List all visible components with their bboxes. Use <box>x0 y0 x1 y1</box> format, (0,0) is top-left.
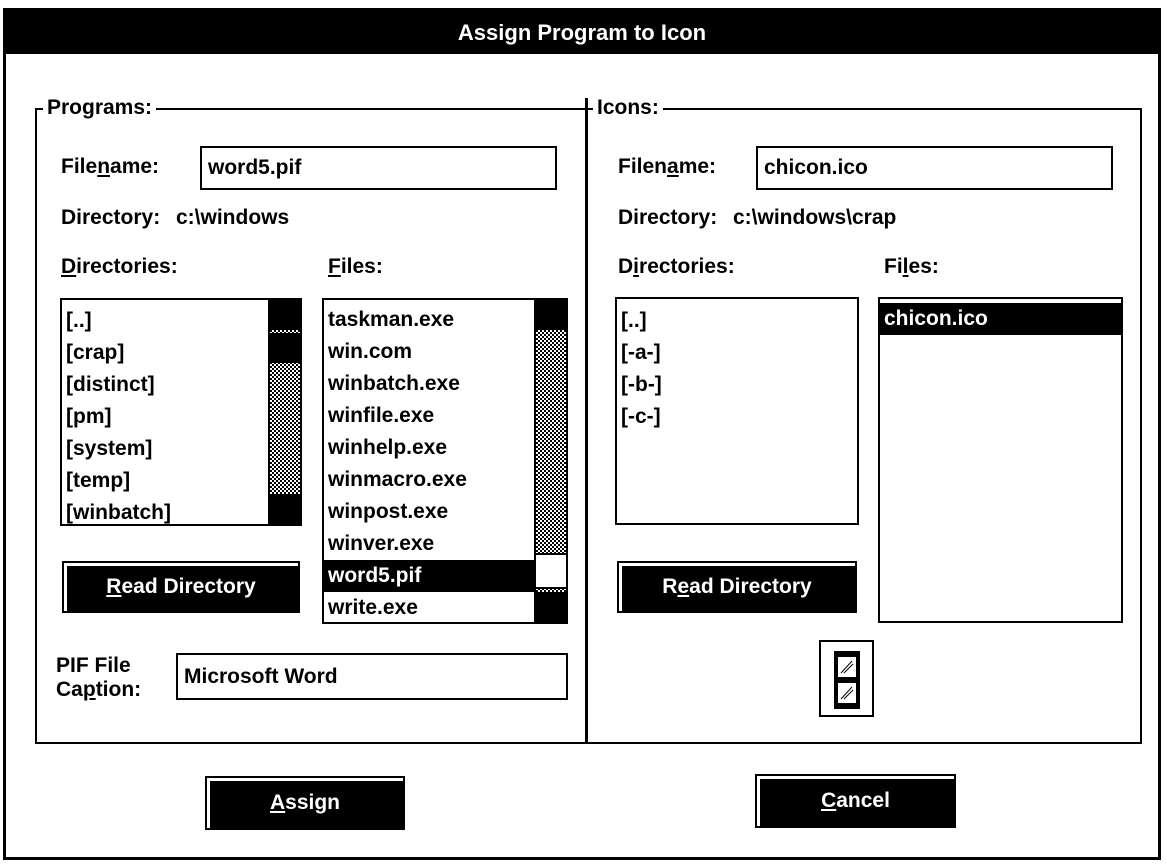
directory-item[interactable]: [..] <box>617 305 857 337</box>
file-item[interactable]: chicon.ico <box>880 303 1121 335</box>
scroll-up-button[interactable] <box>270 300 300 330</box>
scroll-down-button[interactable] <box>536 592 566 622</box>
scroll-down-button[interactable] <box>270 494 300 524</box>
dialog-title: Assign Program to Icon <box>6 11 1158 54</box>
icons-group-label: Icons: <box>593 96 663 120</box>
icons-directories-list[interactable]: [..] [-a-] [-b-] [-c-] <box>615 297 859 525</box>
programs-files-scrollbar[interactable] <box>534 300 566 622</box>
programs-directory-label: Directory: <box>61 206 161 229</box>
icon-preview <box>819 640 874 717</box>
directory-item[interactable]: [crap] <box>62 337 300 369</box>
programs-files-list[interactable]: taskman.exe win.com winbatch.exe winfile.ex… <box>322 298 568 624</box>
programs-directories-scrollbar[interactable] <box>268 300 300 524</box>
cancel-button[interactable]: Cancel <box>755 774 956 828</box>
programs-filename-label: Filename: <box>61 155 160 178</box>
icons-directories-label: Directories: <box>618 255 735 278</box>
programs-directory-value: c:\windows <box>176 206 290 229</box>
directory-item[interactable]: [-c-] <box>617 401 857 433</box>
scroll-thumb[interactable] <box>270 333 300 363</box>
directory-item[interactable]: [winbatch] <box>62 497 300 524</box>
file-item[interactable]: write.exe <box>324 592 566 622</box>
directory-item[interactable]: [system] <box>62 433 300 465</box>
file-item[interactable]: winpost.exe <box>324 496 566 528</box>
programs-files-label: Files: <box>328 255 383 278</box>
icons-filename-label: Filename: <box>618 155 717 178</box>
file-item[interactable]: winfile.exe <box>324 400 566 432</box>
file-item[interactable]: word5.pif <box>324 560 566 592</box>
file-item[interactable]: win.com <box>324 336 566 368</box>
programs-directories-label: Directories: <box>61 255 178 278</box>
icons-files-list[interactable]: chicon.ico <box>878 297 1123 623</box>
programs-filename-input[interactable]: word5.pif <box>200 146 557 190</box>
icons-files-label: Files: <box>884 255 939 278</box>
directory-item[interactable]: [-b-] <box>617 369 857 401</box>
file-item[interactable]: winbatch.exe <box>324 368 566 400</box>
icons-read-directory-button[interactable]: Read Directory <box>617 561 857 613</box>
assign-button[interactable]: Assign <box>205 776 405 830</box>
file-item[interactable]: taskman.exe <box>324 304 566 336</box>
scroll-up-button[interactable] <box>536 300 566 330</box>
directory-item[interactable]: [pm] <box>62 401 300 433</box>
programs-group-label: Programs: <box>43 96 157 120</box>
pif-caption-input[interactable]: Microsoft Word <box>176 653 568 700</box>
programs-directories-list[interactable]: [..] [crap] [distinct] [pm] [system] [temp] [w… <box>60 298 302 526</box>
file-item[interactable]: winver.exe <box>324 528 566 560</box>
file-item[interactable]: winhelp.exe <box>324 432 566 464</box>
directory-item[interactable]: [..] <box>62 305 300 337</box>
directory-item[interactable]: [-a-] <box>617 337 857 369</box>
icons-directory-label: Directory: <box>618 206 718 229</box>
directory-item[interactable]: [distinct] <box>62 369 300 401</box>
file-item[interactable]: winmacro.exe <box>324 464 566 496</box>
programs-read-directory-button[interactable]: Read Directory <box>62 561 300 613</box>
icons-filename-input[interactable]: chicon.ico <box>756 146 1113 190</box>
directory-item[interactable]: [temp] <box>62 465 300 497</box>
pif-caption-label: PIF File Caption: <box>56 654 142 701</box>
icons-directory-value: c:\windows\crap <box>733 206 897 229</box>
scroll-thumb[interactable] <box>536 553 566 589</box>
window-icon <box>834 651 860 709</box>
